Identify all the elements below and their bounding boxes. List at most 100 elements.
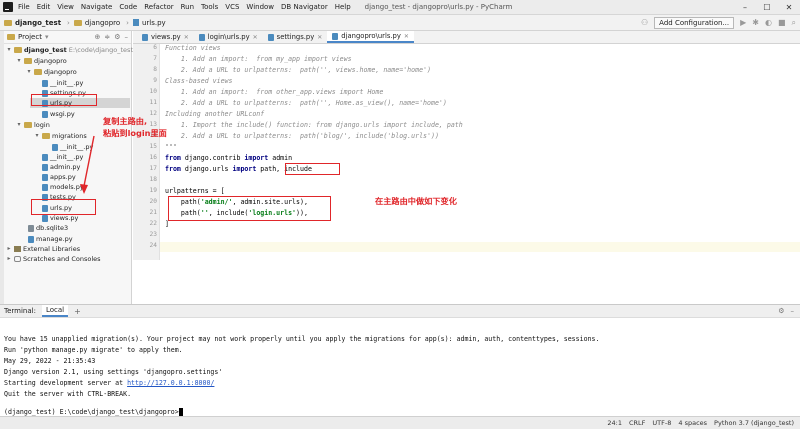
gear-icon[interactable]: ⚙: [114, 33, 120, 41]
close-tab-icon[interactable]: ✕: [317, 34, 322, 41]
tree-item-label: apps.py: [50, 173, 76, 181]
hide-icon[interactable]: –: [791, 307, 795, 315]
code-line: 2. Add a URL to urlpatterns: path('', vi…: [165, 66, 431, 74]
folder-icon: [24, 58, 32, 64]
highlight-box-urlpatterns: [168, 196, 331, 221]
python-file-icon: [42, 153, 48, 161]
menu-help[interactable]: Help: [335, 3, 351, 11]
menu-window[interactable]: Window: [246, 3, 274, 11]
tree-item-file[interactable]: db.sqlite3: [28, 223, 68, 233]
python-file-icon: [28, 235, 34, 243]
highlight-box-login-urls: [31, 199, 96, 215]
tree-item-label: wsgi.py: [50, 110, 75, 118]
chevron-down-icon[interactable]: ▾: [45, 33, 49, 41]
folder-icon: [4, 19, 12, 26]
person-icon[interactable]: ⚇: [641, 18, 648, 27]
server-url-link[interactable]: http://127.0.0.1:8000/: [127, 379, 214, 387]
tree-item-scratches[interactable]: ▸ Scratches and Consoles: [6, 254, 100, 264]
folder-icon: [7, 34, 15, 40]
tree-item-login[interactable]: ▾ login: [16, 120, 49, 130]
chevron-right-icon: ›: [126, 18, 129, 27]
chevron-right-icon: ▸: [7, 245, 11, 252]
file-encoding[interactable]: UTF-8: [652, 419, 671, 427]
plus-icon[interactable]: +: [74, 307, 81, 316]
line-separator[interactable]: CRLF: [629, 419, 645, 427]
menu-navigate[interactable]: Navigate: [81, 3, 112, 11]
tree-item-external-libraries[interactable]: ▸ External Libraries: [6, 244, 80, 254]
breadcrumb-folder[interactable]: djangopro ›: [73, 18, 129, 27]
tree-item-djangopro-root[interactable]: ▾ djangopro: [16, 56, 66, 66]
highlight-box-main-urls: [31, 94, 97, 106]
gear-icon[interactable]: ⚙: [778, 307, 784, 315]
search-icon[interactable]: ⌕: [792, 18, 796, 28]
add-configuration-button[interactable]: Add Configuration...: [654, 16, 735, 29]
terminal-text: Starting development server at: [4, 379, 128, 387]
minimize-icon[interactable]: –: [734, 0, 756, 15]
code-line: Including another URLconf: [165, 110, 265, 118]
coverage-icon[interactable]: ◐: [765, 18, 772, 27]
menu-code[interactable]: Code: [119, 3, 137, 11]
close-icon[interactable]: ✕: [778, 0, 800, 15]
tab-local[interactable]: Local: [41, 305, 69, 317]
tree-item-file[interactable]: admin.py: [42, 162, 80, 172]
folder-icon: [24, 122, 32, 128]
line-number: 18: [149, 176, 157, 183]
tree-item-file[interactable]: wsgi.py: [42, 109, 75, 119]
code-editor[interactable]: Function views 1. Add an import: from my…: [160, 44, 800, 260]
run-icon[interactable]: ▶: [740, 18, 746, 27]
code-line: Class-based views: [165, 77, 233, 85]
editor-tabs: views.py ✕ login\urls.py ✕ settings.py ✕…: [133, 31, 800, 44]
chevron-down-icon: ▾: [27, 68, 31, 75]
close-tab-icon[interactable]: ✕: [184, 34, 189, 41]
project-title[interactable]: Project: [18, 33, 42, 41]
close-tab-icon[interactable]: ✕: [404, 33, 409, 40]
tab-settings-py[interactable]: settings.py ✕: [263, 31, 328, 43]
close-tab-icon[interactable]: ✕: [253, 34, 258, 41]
library-icon: [14, 246, 21, 252]
python-file-icon: [132, 19, 139, 26]
hide-icon[interactable]: –: [125, 33, 129, 41]
tab-login-urls-py[interactable]: login\urls.py ✕: [194, 31, 263, 43]
tab-djangopro-urls-py[interactable]: djangopro\urls.py ✕: [327, 31, 414, 43]
collapse-icon[interactable]: ≑: [104, 33, 110, 41]
code-line: 1. Import the include() function: from d…: [165, 121, 463, 129]
breadcrumb-file[interactable]: urls.py: [132, 19, 166, 27]
python-interpreter[interactable]: Python 3.7 (django_test): [714, 419, 794, 427]
tab-label: views.py: [151, 33, 181, 41]
tab-views-py[interactable]: views.py ✕: [137, 31, 194, 43]
breadcrumb-label: djangopro: [84, 18, 121, 27]
menu-view[interactable]: View: [57, 3, 74, 11]
chevron-right-icon: ▸: [7, 255, 11, 262]
cursor-position[interactable]: 24:1: [607, 419, 622, 427]
locate-icon[interactable]: ⊕: [94, 33, 100, 41]
line-number: 10: [149, 88, 157, 95]
menu-edit[interactable]: Edit: [37, 3, 51, 11]
annotation-copy-note: 复制主路由,: [103, 116, 148, 126]
tree-item-file[interactable]: apps.py: [42, 172, 76, 182]
terminal-line-server: Starting development server at http://12…: [4, 379, 214, 387]
menu-refactor[interactable]: Refactor: [144, 3, 173, 11]
tree-item-file[interactable]: manage.py: [28, 234, 73, 244]
debug-icon[interactable]: ✱: [752, 18, 759, 27]
line-number: 7: [153, 55, 157, 62]
menu-run[interactable]: Run: [181, 3, 194, 11]
tree-item-file[interactable]: __init__.py: [42, 78, 83, 88]
tree-item-djangopro-pkg[interactable]: ▾ djangopro: [26, 67, 76, 77]
indent-setting[interactable]: 4 spaces: [678, 419, 707, 427]
menu-vcs[interactable]: VCS: [225, 3, 239, 11]
menu-file[interactable]: File: [18, 3, 30, 11]
terminal-prompt-line[interactable]: (django_test) E:\code\django_test\django…: [4, 408, 183, 416]
tree-item-root[interactable]: ▾ django_test E:\code\django_test: [6, 45, 133, 55]
line-number: 21: [149, 209, 157, 216]
menu-tools[interactable]: Tools: [201, 3, 218, 11]
python-file-icon: [42, 214, 48, 222]
tree-item-path: E:\code\django_test: [68, 46, 133, 54]
maximize-icon[interactable]: ☐: [756, 0, 778, 15]
python-file-icon: [52, 143, 58, 151]
stop-icon[interactable]: ■: [778, 18, 786, 27]
chevron-down-icon: ▾: [17, 57, 21, 64]
menu-db-navigator[interactable]: DB Navigator: [281, 3, 328, 11]
python-file-icon: [42, 163, 48, 171]
import-name: admin: [268, 154, 293, 162]
breadcrumb-project[interactable]: django_test ›: [4, 19, 70, 27]
